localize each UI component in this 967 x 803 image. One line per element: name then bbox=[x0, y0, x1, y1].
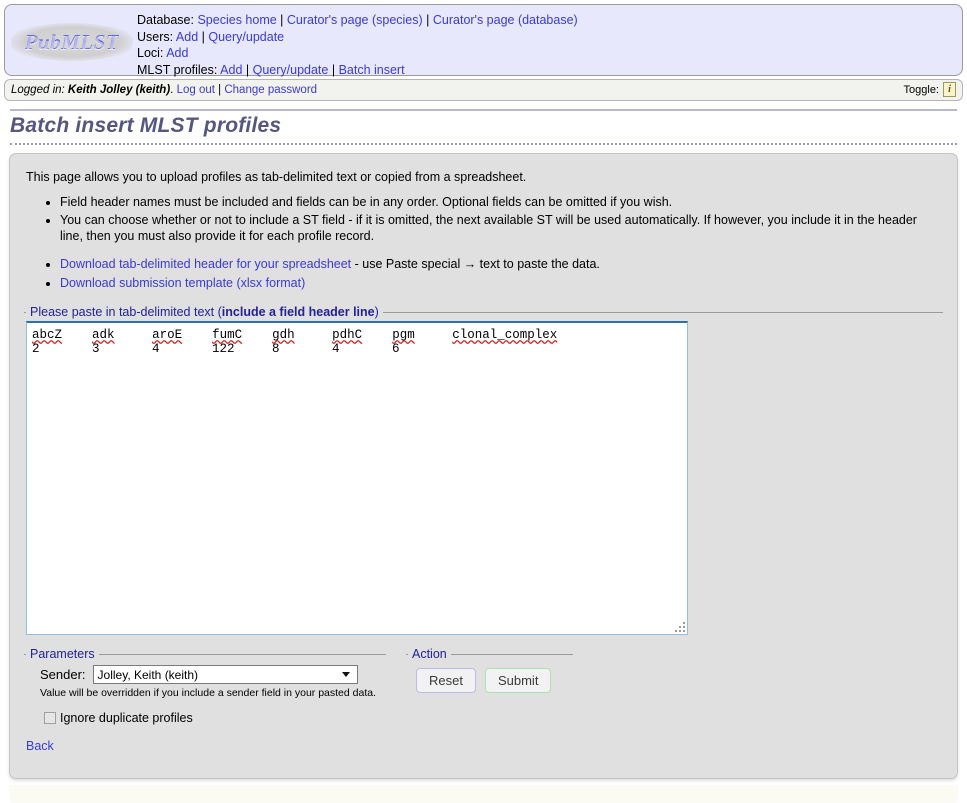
list-item: Download tab-delimited header for your s… bbox=[60, 256, 943, 272]
back-link-wrapper: Back bbox=[26, 739, 943, 753]
info-icon[interactable]: i bbox=[943, 82, 956, 97]
action-fieldset: Action Reset Submit bbox=[406, 647, 573, 725]
paste-fieldset-legend: Please paste in tab-delimited text (incl… bbox=[26, 305, 383, 319]
nav-link-loci-add[interactable]: Add bbox=[166, 46, 188, 60]
page-title: Batch insert MLST profiles bbox=[10, 114, 282, 137]
nav-link-profiles-batch-insert[interactable]: Batch insert bbox=[339, 63, 405, 77]
ignore-duplicates-label: Ignore duplicate profiles bbox=[60, 711, 193, 725]
pubmlst-logo-text: PubMLST bbox=[24, 29, 120, 54]
sender-note: Value will be overridden if you include … bbox=[40, 687, 377, 699]
logged-in-period: . bbox=[170, 84, 174, 96]
nav-group-users: Users: Add | Query/update bbox=[137, 29, 578, 46]
nav-link-users-query-update[interactable]: Query/update bbox=[208, 30, 284, 44]
toggle-label: Toggle: bbox=[903, 83, 939, 96]
nav-group-mlst-profiles-label: MLST profiles: bbox=[137, 62, 218, 77]
back-link[interactable]: Back bbox=[26, 739, 54, 753]
reset-button[interactable]: Reset bbox=[416, 668, 476, 693]
page-title-section: Batch insert MLST profiles bbox=[10, 109, 957, 145]
nav-separator: | bbox=[328, 62, 339, 77]
nav-group-users-label: Users: bbox=[137, 29, 174, 44]
logout-link[interactable]: Log out bbox=[177, 84, 215, 96]
nav-link-profiles-query-update[interactable]: Query/update bbox=[253, 63, 329, 77]
download-header-suffix: - use Paste special → text to paste the … bbox=[351, 257, 600, 271]
parameters-legend: Parameters bbox=[30, 647, 95, 661]
main-content-panel: This page allows you to upload profiles … bbox=[9, 153, 958, 779]
instructions-list: Field header names must be included and … bbox=[24, 194, 943, 244]
nav-separator: | bbox=[276, 13, 287, 27]
legend-bold: include a field header line bbox=[221, 305, 375, 319]
submit-button[interactable]: Submit bbox=[484, 668, 552, 693]
nav-link-species-home[interactable]: Species home bbox=[197, 13, 276, 27]
download-links-list: Download tab-delimited header for your s… bbox=[24, 256, 943, 291]
ignore-duplicates-checkbox[interactable] bbox=[44, 712, 56, 724]
ignore-duplicates-row[interactable]: Ignore duplicate profiles bbox=[44, 711, 386, 725]
textarea-resize-handle[interactable] bbox=[675, 622, 685, 632]
nav-link-users-add[interactable]: Add bbox=[176, 30, 198, 44]
paste-fieldset: Please paste in tab-delimited text (incl… bbox=[24, 305, 943, 635]
sender-select[interactable]: Jolley, Keith (keith) bbox=[92, 665, 358, 684]
nav-link-profiles-add[interactable]: Add bbox=[220, 63, 242, 77]
toggle-control[interactable]: Toggle: i bbox=[904, 82, 956, 97]
nav-link-curators-page-species[interactable]: Curator's page (species) bbox=[287, 13, 423, 27]
nav-group-database-label: Database: bbox=[137, 13, 194, 27]
change-password-link[interactable]: Change password bbox=[224, 84, 317, 96]
nav-group-database: Database: Species home | Curator's page … bbox=[137, 12, 578, 29]
download-tab-delimited-header-link[interactable]: Download tab-delimited header for your s… bbox=[60, 257, 351, 271]
nav-separator: | bbox=[242, 62, 253, 77]
sender-label: Sender: bbox=[40, 667, 86, 682]
form-controls-row: Parameters Sender: Jolley, Keith (keith)… bbox=[24, 647, 943, 725]
logged-in-username: Keith Jolley (keith) bbox=[67, 84, 171, 96]
sender-row: Sender: Jolley, Keith (keith) bbox=[26, 665, 386, 684]
list-item: Download submission template (xlsx forma… bbox=[60, 275, 943, 291]
nav-separator: | bbox=[198, 29, 209, 44]
sender-select-value: Jolley, Keith (keith) bbox=[97, 667, 199, 682]
paste-data-textarea[interactable]: abcZ adk aroE fumC gdh pdhC pgm clonal_c… bbox=[26, 321, 688, 635]
action-legend: Action bbox=[412, 647, 447, 661]
parameters-fieldset: Parameters Sender: Jolley, Keith (keith)… bbox=[24, 647, 386, 725]
chevron-down-icon bbox=[341, 672, 350, 677]
pubmlst-logo: PubMLST bbox=[11, 23, 133, 61]
logged-in-prefix: Logged in: bbox=[11, 84, 65, 96]
top-navigation-bar: PubMLST Database: Species home | Curator… bbox=[4, 4, 963, 78]
nav-group-loci: Loci: Add bbox=[137, 45, 578, 62]
list-item: Field header names must be included and … bbox=[60, 194, 943, 210]
nav-separator: | bbox=[422, 13, 433, 27]
nav-link-curators-page-database[interactable]: Curator's page (database) bbox=[433, 13, 578, 27]
list-item: You can choose whether or not to include… bbox=[60, 212, 943, 244]
login-status-bar: Logged in: Keith Jolley (keith). Log out… bbox=[4, 79, 963, 101]
intro-text: This page allows you to upload profiles … bbox=[26, 170, 527, 184]
nav-group-mlst-profiles: MLST profiles: Add | Query/update | Batc… bbox=[137, 62, 578, 79]
legend-close: ) bbox=[374, 305, 379, 319]
login-separator: | bbox=[218, 84, 222, 96]
nav-link-groups: Database: Species home | Curator's page … bbox=[137, 5, 578, 78]
footer-strip bbox=[9, 785, 958, 803]
legend-plain: Please paste in tab-delimited text ( bbox=[30, 305, 222, 319]
action-buttons: Reset Submit bbox=[408, 668, 573, 693]
nav-group-loci-label: Loci: bbox=[137, 46, 164, 60]
download-submission-template-link[interactable]: Download submission template (xlsx forma… bbox=[60, 276, 305, 290]
